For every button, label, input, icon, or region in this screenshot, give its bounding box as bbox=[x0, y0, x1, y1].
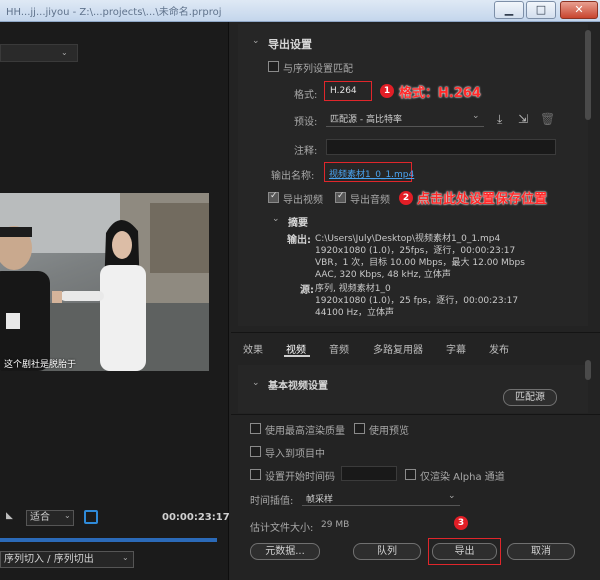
step2-badge: 2 bbox=[399, 191, 413, 205]
export-button[interactable]: 导出 bbox=[432, 543, 497, 560]
file-size-label: 估计文件大小: bbox=[250, 523, 314, 534]
import-into-project-checkbox[interactable] bbox=[250, 446, 261, 457]
comment-input[interactable] bbox=[326, 139, 556, 155]
format-label: 格式: bbox=[294, 90, 318, 101]
render-alpha-checkbox[interactable] bbox=[405, 469, 416, 480]
maximize-button[interactable]: □ bbox=[526, 1, 556, 19]
collapse-chevron-icon[interactable]: ⌄ bbox=[272, 214, 280, 224]
source-dropdown[interactable]: ⌄ bbox=[0, 44, 78, 62]
tab-captions[interactable]: 字幕 bbox=[446, 341, 466, 356]
tab-audio[interactable]: 音频 bbox=[329, 341, 349, 356]
collapse-chevron-icon[interactable]: ⌄ bbox=[252, 36, 260, 46]
divider bbox=[231, 332, 600, 333]
file-size-value: 29 MB bbox=[321, 520, 350, 530]
max-render-quality-label: 使用最高渲染质量 bbox=[265, 426, 345, 437]
export-audio-label: 导出音频 bbox=[350, 195, 390, 206]
source-timecode: 00:00:23:17 bbox=[162, 512, 230, 523]
max-render-quality-checkbox[interactable] bbox=[250, 423, 261, 434]
output-name-link[interactable]: 视频素材1_0_1.mp4 bbox=[329, 167, 414, 180]
step1-annotation: 格式：H.264 bbox=[399, 86, 481, 101]
video-settings-scrollbar[interactable] bbox=[585, 360, 591, 380]
set-start-timecode-checkbox[interactable] bbox=[250, 469, 261, 480]
collapse-chevron-icon[interactable]: ⌄ bbox=[252, 378, 260, 388]
match-sequence-checkbox[interactable] bbox=[268, 61, 279, 72]
tab-multiplexer[interactable]: 多路复用器 bbox=[373, 341, 423, 356]
export-audio-checkbox[interactable] bbox=[335, 191, 346, 203]
delete-preset-icon[interactable]: 🗑 bbox=[540, 112, 555, 126]
format-value[interactable]: H.264 bbox=[330, 86, 357, 96]
tab-publish[interactable]: 发布 bbox=[489, 341, 509, 356]
divider bbox=[231, 414, 600, 415]
export-video-label: 导出视频 bbox=[283, 195, 323, 206]
tab-effects[interactable]: 效果 bbox=[243, 341, 263, 356]
cancel-button[interactable]: 取消 bbox=[507, 543, 575, 560]
comment-label: 注释: bbox=[294, 146, 318, 157]
metadata-button[interactable]: 元数据... bbox=[250, 543, 320, 560]
match-sequence-label: 与序列设置匹配 bbox=[283, 64, 353, 75]
source-timeline-bar[interactable] bbox=[0, 538, 217, 542]
step3-badge: 3 bbox=[454, 516, 468, 530]
import-preset-icon[interactable]: ⇲ bbox=[518, 112, 528, 126]
use-previews-label: 使用预览 bbox=[369, 426, 409, 437]
tab-video[interactable]: 视频 bbox=[286, 341, 306, 356]
import-into-project-label: 导入到项目中 bbox=[265, 449, 325, 460]
close-button[interactable]: ✕ bbox=[560, 1, 598, 19]
output-name-label: 输出名称: bbox=[271, 171, 315, 182]
summary-output-label: 输出: bbox=[287, 235, 311, 246]
summary-source-line: 44100 Hz，立体声 bbox=[315, 308, 394, 318]
video-subtitle: 这个剧社是脱胎于 bbox=[4, 360, 77, 370]
window-title: HH...jj...jiyou - Z:\...projects\...\未命名… bbox=[6, 7, 222, 18]
source-range-dropdown[interactable]: 序列切入 / 序列切出 bbox=[0, 551, 134, 568]
time-interpolation-value: 帧采样 bbox=[306, 495, 334, 505]
time-interpolation-label: 时间插值: bbox=[250, 496, 294, 507]
chevron-down-icon: ⌄ bbox=[122, 553, 129, 562]
preset-label: 预设: bbox=[294, 117, 318, 128]
window-titlebar: HH...jj...jiyou - Z:\...projects\...\未命名… bbox=[0, 0, 600, 22]
video-still-image bbox=[0, 193, 209, 371]
save-preset-icon[interactable]: ⤓ bbox=[497, 112, 502, 127]
use-previews-checkbox[interactable] bbox=[354, 423, 365, 434]
export-settings-header: 导出设置 bbox=[268, 38, 312, 51]
step1-badge: 1 bbox=[380, 84, 394, 98]
time-interpolation-dropdown[interactable]: 帧采样 ⌄ bbox=[302, 489, 460, 506]
safe-margins-icon[interactable] bbox=[84, 510, 98, 524]
step2-annotation: 点击此处设置保存位置 bbox=[417, 192, 548, 207]
summary-output-line: AAC, 320 Kbps, 48 kHz, 立体声 bbox=[315, 270, 451, 280]
chevron-down-icon: ⌄ bbox=[64, 511, 71, 520]
settings-scrollbar[interactable] bbox=[585, 30, 591, 120]
chevron-down-icon: ⌄ bbox=[448, 491, 456, 501]
chevron-down-icon: ⌄ bbox=[472, 111, 480, 121]
preset-value: 匹配源 - 高比特率 bbox=[330, 115, 402, 125]
active-tab-underline bbox=[284, 355, 310, 357]
minimize-button[interactable]: ▁ bbox=[494, 1, 524, 19]
preset-dropdown[interactable]: 匹配源 - 高比特率 ⌄ bbox=[326, 110, 484, 127]
summary-header: 摘要 bbox=[288, 218, 308, 229]
render-alpha-label: 仅渲染 Alpha 通道 bbox=[420, 472, 505, 483]
basic-video-header: 基本视频设置 bbox=[268, 381, 328, 392]
queue-button[interactable]: 队列 bbox=[353, 543, 421, 560]
export-video-checkbox[interactable] bbox=[268, 191, 279, 203]
start-timecode-input[interactable] bbox=[341, 466, 397, 481]
summary-source-label: 源: bbox=[300, 285, 314, 296]
video-preview bbox=[0, 193, 209, 371]
set-start-timecode-label: 设置开始时间码 bbox=[265, 472, 335, 483]
marker-icon[interactable]: ◣ bbox=[6, 511, 13, 521]
match-source-button[interactable]: 匹配源 bbox=[503, 389, 557, 406]
